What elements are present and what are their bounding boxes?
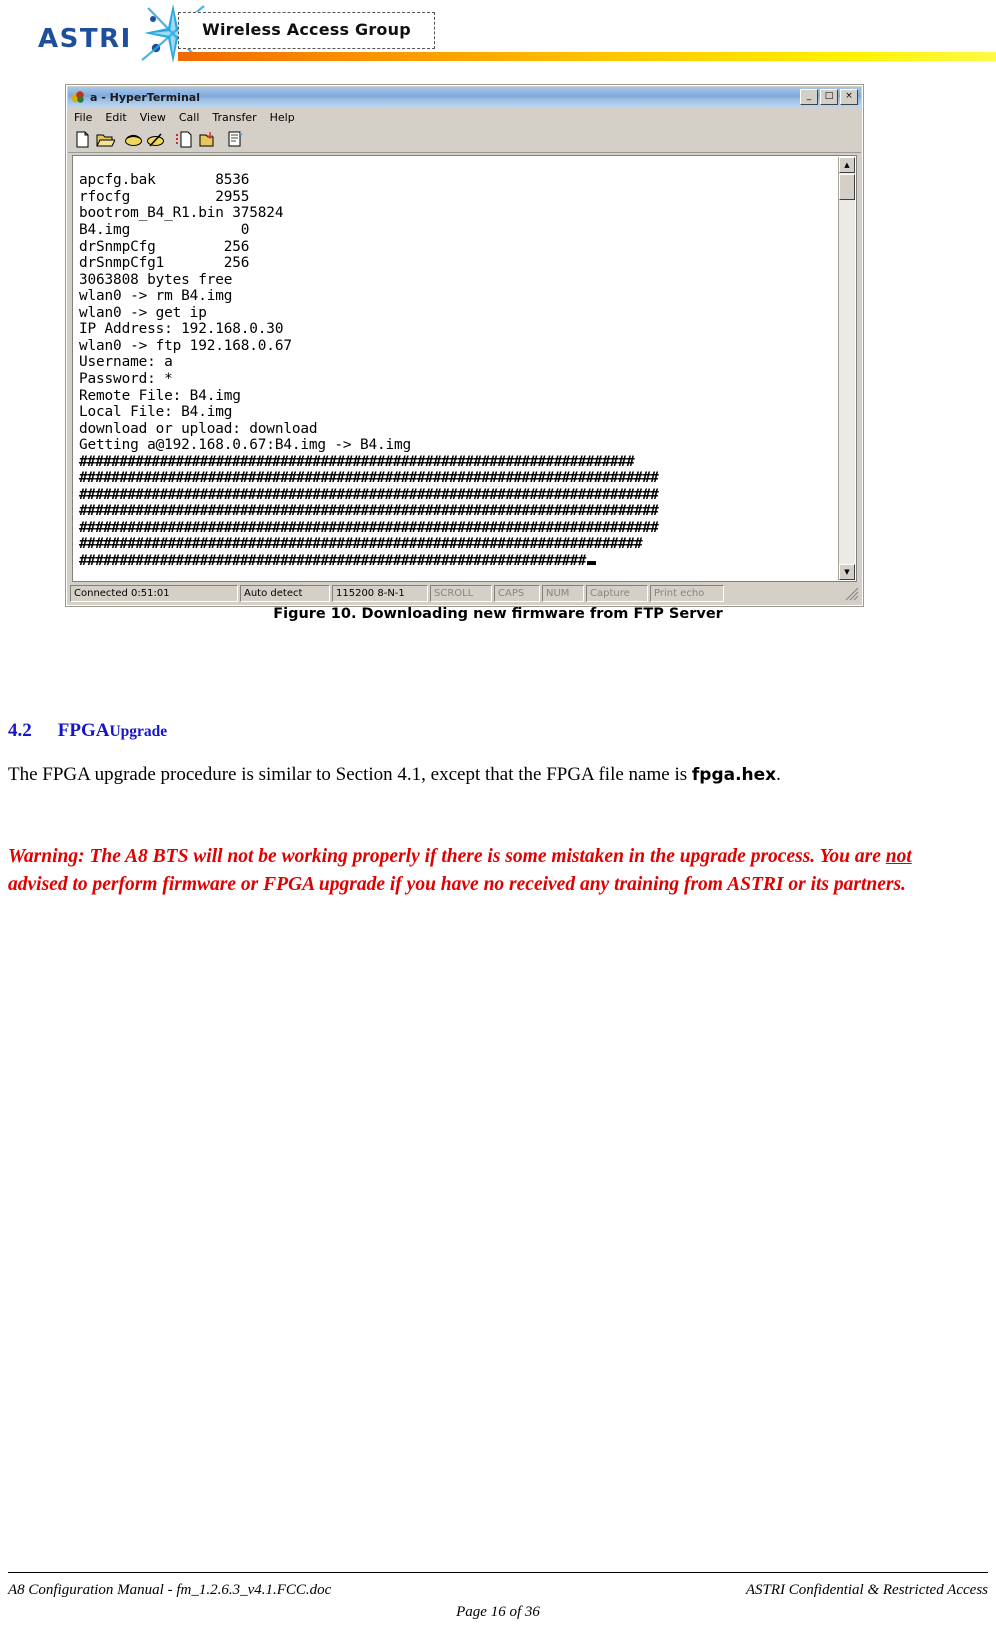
open-icon[interactable] <box>94 129 116 150</box>
wireless-access-group-title: Wireless Access Group <box>202 20 411 39</box>
figure-caption: Figure 10. Downloading new firmware from… <box>273 606 723 622</box>
disconnect-icon[interactable] <box>145 129 166 150</box>
menu-bar: File Edit View Call Transfer Help <box>68 108 861 127</box>
menu-item-call[interactable]: Call <box>179 111 200 124</box>
warning-emphasis-not: not <box>885 846 912 867</box>
menu-item-file[interactable]: File <box>74 111 92 124</box>
footer-divider <box>8 1572 988 1573</box>
section-paragraph: The FPGA upgrade procedure is similar to… <box>8 760 933 790</box>
status-bar: Connected 0:51:01 Auto detect 115200 8-N… <box>70 584 859 603</box>
fpga-filename: fpga.hex <box>691 765 777 785</box>
terminal-cursor <box>586 560 596 565</box>
window-titlebar[interactable]: a - HyperTerminal _ □ × <box>68 87 861 107</box>
section-heading: 4.2 FPGAUpgrade <box>8 720 968 742</box>
minimize-button[interactable]: _ <box>800 89 818 105</box>
status-scroll: SCROLL <box>430 585 492 602</box>
wireless-access-group-box: Wireless Access Group <box>178 12 435 49</box>
astri-wordmark: ASTRI <box>38 24 132 54</box>
footer-page-number: Page 16 of 36 <box>456 1604 540 1620</box>
terminal-vertical-scrollbar[interactable]: ▲ ▼ <box>838 157 855 580</box>
receive-file-icon[interactable] <box>196 129 217 150</box>
menu-item-transfer[interactable]: Transfer <box>212 111 256 124</box>
page-header: ASTRI Wireless Access Group <box>0 0 996 68</box>
terminal-client-area[interactable]: apcfg.bak 8536 rfocfg 2955 bootrom_B4_R1… <box>72 155 857 582</box>
terminal-output: apcfg.bak 8536 rfocfg 2955 bootrom_B4_R1… <box>79 172 659 569</box>
status-detect: Auto detect <box>240 585 330 602</box>
footer: A8 Configuration Manual - fm_1.2.6.3_v4.… <box>8 1582 988 1599</box>
warning-text-part1: Warning: The A8 BTS will not be working … <box>8 846 886 867</box>
hyperterminal-window: a - HyperTerminal _ □ × File Edit View C… <box>65 84 864 607</box>
warning-paragraph: Warning: The A8 BTS will not be working … <box>8 843 938 899</box>
status-connected: Connected 0:51:01 <box>70 585 238 602</box>
maximize-button[interactable]: □ <box>820 89 838 105</box>
resize-grip-icon[interactable] <box>845 587 859 601</box>
menu-item-help[interactable]: Help <box>270 111 295 124</box>
section-number: 4.2 <box>8 720 32 741</box>
section-title-smallcaps: Upgrade <box>109 723 168 740</box>
footer-left-text: A8 Configuration Manual - fm_1.2.6.3_v4.… <box>8 1582 332 1598</box>
header-gradient-bar <box>178 52 996 61</box>
new-connection-icon[interactable] <box>72 129 93 150</box>
status-settings: 115200 8-N-1 <box>332 585 428 602</box>
hyperterminal-icon <box>70 89 86 105</box>
scroll-down-arrow-icon[interactable]: ▼ <box>839 564 855 580</box>
status-capture: Capture <box>586 585 648 602</box>
status-print-echo: Print echo <box>650 585 724 602</box>
status-num: NUM <box>542 585 584 602</box>
footer-right-text: ASTRI Confidential & Restricted Access <box>745 1582 988 1598</box>
close-button[interactable]: × <box>840 89 858 105</box>
properties-icon[interactable] <box>225 129 246 150</box>
window-title: a - HyperTerminal <box>90 90 200 104</box>
window-controls: _ □ × <box>800 89 858 105</box>
paragraph-text-prefix: The FPGA upgrade procedure is similar to… <box>8 764 692 785</box>
toolbar <box>68 127 861 153</box>
call-icon[interactable] <box>123 129 144 150</box>
status-caps: CAPS <box>494 585 540 602</box>
paragraph-text-suffix: . <box>776 764 781 785</box>
menu-item-view[interactable]: View <box>140 111 166 124</box>
warning-text-part2: advised to perform firmware or FPGA upgr… <box>8 874 906 895</box>
send-file-icon[interactable] <box>174 129 195 150</box>
scroll-up-arrow-icon[interactable]: ▲ <box>839 157 855 173</box>
section-title-main: FPGA <box>57 720 110 741</box>
menu-item-edit[interactable]: Edit <box>105 111 126 124</box>
scrollbar-thumb[interactable] <box>839 174 855 200</box>
